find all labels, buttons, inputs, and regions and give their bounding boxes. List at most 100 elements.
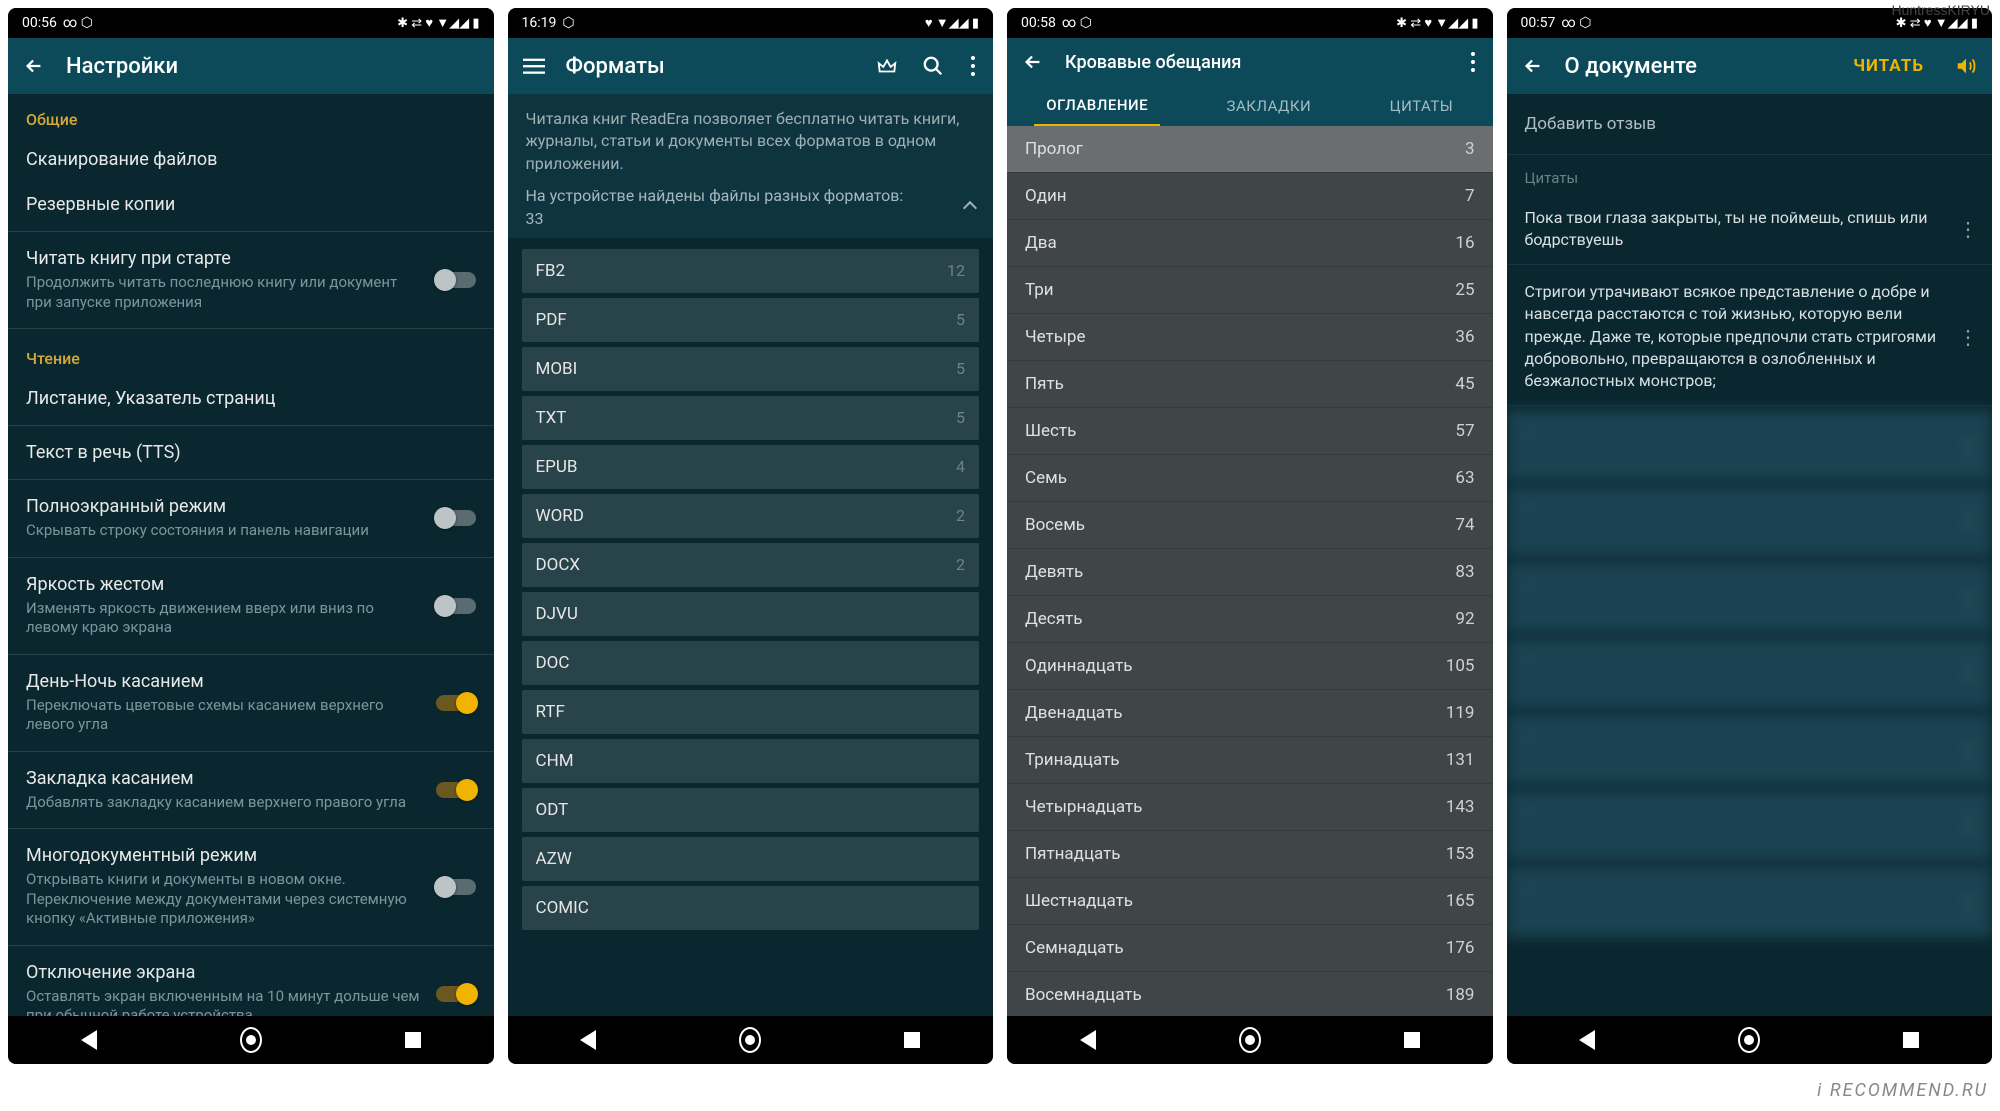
toc-item[interactable]: Шестнадцать165 (1007, 878, 1493, 925)
setting-row[interactable]: Полноэкранный режимСкрывать строку состо… (8, 484, 494, 553)
format-item[interactable]: COMIC (522, 886, 980, 930)
format-item[interactable]: MOBI5 (522, 347, 980, 391)
setting-row[interactable]: Сканирование файлов (8, 137, 494, 182)
quote-item[interactable]: Пока твои глаза закрыты, ты не поймешь, … (1507, 195, 1993, 265)
setting-row[interactable]: Яркость жестомИзменять яркость движением… (8, 562, 494, 650)
tab-цитаты[interactable]: ЦИТАТЫ (1378, 87, 1466, 125)
toggle-switch[interactable] (436, 986, 476, 1002)
setting-row[interactable]: Читать книгу при стартеПродолжить читать… (8, 236, 494, 324)
format-item[interactable]: RTF (522, 690, 980, 734)
format-item[interactable]: TXT5 (522, 396, 980, 440)
more-icon[interactable] (1465, 48, 1481, 76)
nav-home-icon[interactable] (739, 1029, 761, 1051)
format-item[interactable]: EPUB4 (522, 445, 980, 489)
quote-more-icon[interactable]: ⋮ (1958, 219, 1978, 239)
toc-item[interactable]: Пять45 (1007, 361, 1493, 408)
nav-home-icon[interactable] (1738, 1029, 1760, 1051)
setting-row[interactable]: Резервные копии (8, 182, 494, 227)
quote-item[interactable]: Стригои утрачивают всякое представление … (1507, 269, 1993, 406)
toggle-switch[interactable] (436, 598, 476, 614)
settings-list[interactable]: ОбщиеСканирование файловРезервные копииЧ… (8, 94, 494, 1016)
setting-row[interactable]: Текст в речь (TTS) (8, 430, 494, 475)
quote-more-icon[interactable]: ⋮ (1958, 663, 1978, 683)
nav-recent-icon[interactable] (1900, 1029, 1922, 1051)
nav-back-icon[interactable] (1576, 1029, 1598, 1051)
nav-back-icon[interactable] (1077, 1029, 1099, 1051)
menu-icon[interactable] (520, 52, 548, 80)
quote-more-icon[interactable]: ⋮ (1958, 435, 1978, 455)
setting-row[interactable]: Закладка касаниемДобавлять закладку каса… (8, 756, 494, 825)
add-review-button[interactable]: Добавить отзыв (1507, 94, 1993, 155)
quote-item[interactable]: —⋮ (1507, 638, 1993, 710)
quote-more-icon[interactable]: ⋮ (1958, 327, 1978, 347)
toc-item[interactable]: Одиннадцать105 (1007, 643, 1493, 690)
toc-item[interactable]: Три25 (1007, 267, 1493, 314)
speaker-icon[interactable] (1952, 52, 1980, 80)
setting-row[interactable]: Отключение экранаОставлять экран включен… (8, 950, 494, 1017)
toc-item[interactable]: Четыре36 (1007, 314, 1493, 361)
tab-закладки[interactable]: ЗАКЛАДКИ (1215, 87, 1324, 125)
format-item[interactable]: AZW (522, 837, 980, 881)
quote-item[interactable]: —⋮ (1507, 790, 1993, 862)
tab-оглавление[interactable]: ОГЛАВЛЕНИЕ (1034, 86, 1160, 127)
about-content[interactable]: Добавить отзыв Цитаты Пока твои глаза за… (1507, 94, 1993, 1016)
toc-item[interactable]: Два16 (1007, 220, 1493, 267)
search-icon[interactable] (919, 52, 947, 80)
format-item[interactable]: DOCX2 (522, 543, 980, 587)
setting-row[interactable]: Листание, Указатель страниц (8, 376, 494, 421)
more-icon[interactable] (965, 52, 981, 80)
setting-row[interactable]: Многодокументный режимОткрывать книги и … (8, 833, 494, 941)
toc-item[interactable]: Тринадцать131 (1007, 737, 1493, 784)
toc-item[interactable]: Семь63 (1007, 455, 1493, 502)
setting-row[interactable]: День-Ночь касаниемПереключать цветовые с… (8, 659, 494, 747)
toggle-switch[interactable] (436, 695, 476, 711)
crown-icon[interactable] (873, 52, 901, 80)
back-icon[interactable] (1019, 48, 1047, 76)
toc-item[interactable]: Десять92 (1007, 596, 1493, 643)
back-icon[interactable] (20, 52, 48, 80)
quote-more-icon[interactable]: ⋮ (1958, 815, 1978, 835)
nav-back-icon[interactable] (78, 1029, 100, 1051)
quote-item[interactable]: —⋮ (1507, 714, 1993, 786)
toggle-switch[interactable] (436, 879, 476, 895)
quote-item[interactable]: —⋮ (1507, 562, 1993, 634)
nav-back-icon[interactable] (577, 1029, 599, 1051)
toggle-switch[interactable] (436, 272, 476, 288)
toc-item[interactable]: Шесть57 (1007, 408, 1493, 455)
found-files-row[interactable]: На устройстве найдены файлы разных форма… (526, 185, 976, 230)
toc-item[interactable]: Восемнадцать189 (1007, 972, 1493, 1016)
back-icon[interactable] (1519, 52, 1547, 80)
quote-more-icon[interactable]: ⋮ (1958, 739, 1978, 759)
format-item[interactable]: DJVU (522, 592, 980, 636)
toggle-switch[interactable] (436, 510, 476, 526)
toc-item[interactable]: Пятнадцать153 (1007, 831, 1493, 878)
toc-list[interactable]: Пролог3Один7Два16Три25Четыре36Пять45Шест… (1007, 126, 1493, 1016)
toc-item[interactable]: Семнадцать176 (1007, 925, 1493, 972)
toggle-switch[interactable] (436, 782, 476, 798)
nav-home-icon[interactable] (240, 1029, 262, 1051)
nav-recent-icon[interactable] (901, 1029, 923, 1051)
quote-item[interactable]: —⋮ (1507, 486, 1993, 558)
toc-item[interactable]: Двенадцать119 (1007, 690, 1493, 737)
toc-item[interactable]: Пролог3 (1007, 126, 1493, 173)
nav-home-icon[interactable] (1239, 1029, 1261, 1051)
quote-more-icon[interactable]: ⋮ (1958, 891, 1978, 911)
nav-recent-icon[interactable] (1401, 1029, 1423, 1051)
toc-item[interactable]: Восемь74 (1007, 502, 1493, 549)
quote-more-icon[interactable]: ⋮ (1958, 511, 1978, 531)
formats-content[interactable]: Читалка книг ReadEra позволяет бесплатно… (508, 94, 994, 1016)
format-item[interactable]: PDF5 (522, 298, 980, 342)
nav-recent-icon[interactable] (402, 1029, 424, 1051)
quote-item[interactable]: —⋮ (1507, 410, 1993, 482)
toc-item[interactable]: Девять83 (1007, 549, 1493, 596)
toc-item[interactable]: Четырнадцать143 (1007, 784, 1493, 831)
format-item[interactable]: WORD2 (522, 494, 980, 538)
quote-more-icon[interactable]: ⋮ (1958, 587, 1978, 607)
format-item[interactable]: FB212 (522, 249, 980, 293)
toc-item[interactable]: Один7 (1007, 173, 1493, 220)
format-item[interactable]: DOC (522, 641, 980, 685)
format-item[interactable]: CHM (522, 739, 980, 783)
quote-item[interactable]: —⋮ (1507, 866, 1993, 938)
format-item[interactable]: ODT (522, 788, 980, 832)
read-button[interactable]: ЧИТАТЬ (1853, 56, 1924, 76)
